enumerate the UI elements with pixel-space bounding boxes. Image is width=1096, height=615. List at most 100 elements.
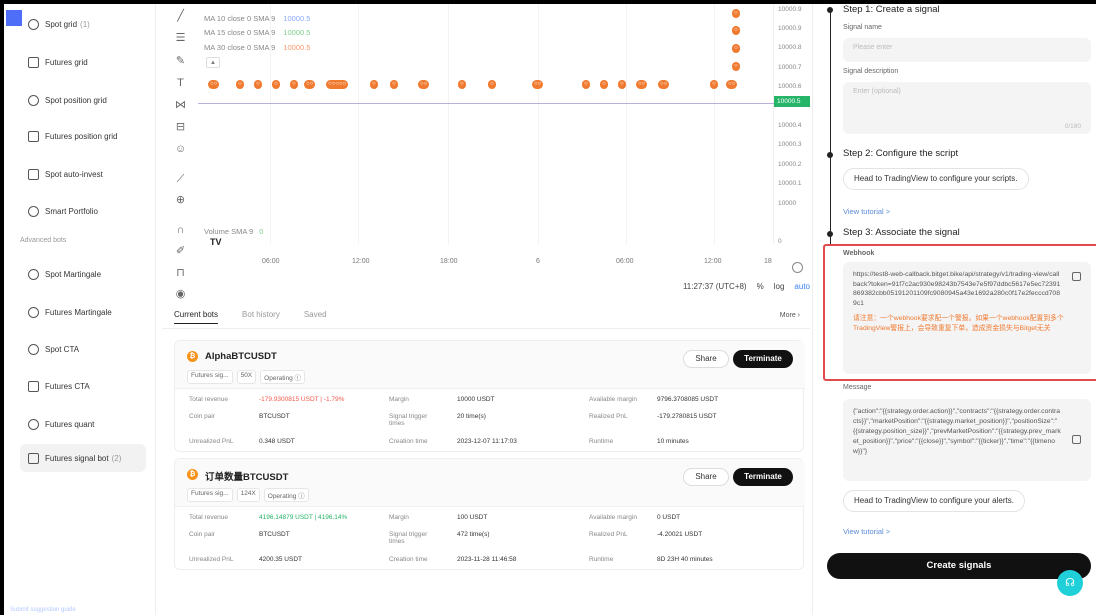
trade-marker[interactable]: ○ <box>600 80 608 89</box>
futures-grid-icon <box>28 56 39 68</box>
zoom-tool-icon[interactable]: ⊕ <box>174 194 187 207</box>
chart-settings-icon[interactable] <box>792 262 803 273</box>
view-tutorial-link[interactable]: View tutorial > <box>843 527 890 536</box>
magnet-tool-icon[interactable]: ∩ <box>174 224 187 237</box>
time-tick: 6 <box>536 258 540 265</box>
trade-marker[interactable]: ○ <box>254 80 262 89</box>
trade-marker[interactable]: ○ <box>488 80 496 89</box>
ma30-legend: MA 30 close 0 SMA 9 10000.5 <box>204 43 310 52</box>
divider <box>162 328 810 329</box>
sidebar-item-label: Spot auto-invest <box>45 169 103 179</box>
trade-marker[interactable]: ○○ <box>636 80 648 89</box>
emoji-tool-icon[interactable]: ☺ <box>174 143 187 156</box>
trade-marker[interactable]: ○○○○○ <box>326 80 349 89</box>
trade-marker[interactable]: ○○ <box>726 80 738 89</box>
price-tick: 10000.6 <box>778 83 802 90</box>
bots-panel: Current bots Bot history Saved More › ₿ … <box>162 304 810 615</box>
futures-martingale-icon <box>28 306 39 318</box>
sidebar-item-spot-cta[interactable]: Spot CTA <box>20 335 146 363</box>
trade-marker[interactable]: ○ <box>458 80 466 89</box>
view-tutorial-link[interactable]: View tutorial > <box>843 207 890 216</box>
more-link[interactable]: More › <box>780 312 800 319</box>
legend-collapse-button[interactable]: ▲ <box>206 57 220 68</box>
tab-bot-history[interactable]: Bot history <box>242 310 280 324</box>
trade-marker[interactable]: ○ <box>732 44 740 53</box>
tab-current-bots[interactable]: Current bots <box>174 310 219 324</box>
sidebar-item-spot-martingale[interactable]: Spot Martingale <box>20 260 146 288</box>
trendline-tool-icon[interactable]: ╱ <box>174 10 187 23</box>
sidebar-item-spot-auto-invest[interactable]: Spot auto-invest <box>20 160 146 188</box>
price-chart[interactable]: ╱ ☰ ✎ T ⋈ ⊟ ☺ ⟋ ⊕ ∩ ✐ ⊓ ◉ MA 10 close 0 … <box>162 4 810 302</box>
copy-icon[interactable] <box>1072 435 1081 444</box>
coin-pair-value: BTCUSDT <box>259 531 290 538</box>
sidebar-item-label: Futures position grid <box>45 131 118 141</box>
sidebar-item-futures-quant[interactable]: Futures quant <box>20 410 146 438</box>
unrealized-pnl-label: Unrealized PnL <box>189 438 234 445</box>
ruler-tool-icon[interactable]: ⟋ <box>174 173 187 186</box>
chart-plot[interactable]: MA 10 close 0 SMA 9 10000.5 MA 15 close 0… <box>198 4 774 247</box>
configure-scripts-button[interactable]: Head to TradingView to configure your sc… <box>843 168 1029 190</box>
log-toggle[interactable]: log <box>774 282 785 291</box>
unrealized-pnl-value: 4200.35 USDT <box>259 556 302 563</box>
measure-tool-icon[interactable]: ⊟ <box>174 121 187 134</box>
trade-marker[interactable]: ○ <box>732 26 740 35</box>
text-tool-icon[interactable]: T <box>174 77 187 90</box>
fib-tool-icon[interactable]: ☰ <box>174 32 187 45</box>
signal-trigger-label: Signal trigger times <box>389 413 428 427</box>
price-axis[interactable]: 10000.9 10000.9 10000.8 10000.7 10000.6 … <box>774 4 810 245</box>
pattern-tool-icon[interactable]: ⋈ <box>174 99 187 112</box>
sidebar-item-futures-grid[interactable]: Futures grid <box>20 48 146 76</box>
percent-toggle[interactable]: % <box>757 282 764 291</box>
signal-description-label: Signal description <box>843 68 899 75</box>
trade-marker[interactable]: ○ <box>370 80 378 89</box>
sidebar-item-smart-portfolio[interactable]: Smart Portfolio <box>20 197 146 225</box>
lock-icon[interactable]: ⊓ <box>174 267 187 280</box>
pencil-lock-icon[interactable]: ✐ <box>174 245 187 258</box>
sidebar-item-futures-position-grid[interactable]: Futures position grid <box>20 122 146 150</box>
tab-saved[interactable]: Saved <box>304 310 327 324</box>
signal-panel: Step 1: Create a signal Signal name Plea… <box>812 4 1096 615</box>
support-chat-icon[interactable]: ☊ <box>1057 570 1083 596</box>
time-axis[interactable]: 06:00 12:00 18:00 6 06:00 12:00 18 <box>198 258 810 272</box>
trade-marker[interactable]: ○○ <box>658 80 670 89</box>
sidebar-item-futures-cta[interactable]: Futures CTA <box>20 372 146 400</box>
sidebar-item-futures-signal-bot[interactable]: Futures signal bot (2) <box>20 444 146 472</box>
trade-marker[interactable]: ○ <box>582 80 590 89</box>
bot-type-tag: Futures sig... <box>187 488 233 502</box>
terminate-button[interactable]: Terminate <box>733 468 793 486</box>
trade-marker[interactable]: ○ <box>290 80 298 89</box>
current-price-tag: 10000.5 <box>774 96 810 107</box>
bots-tabs: Current bots Bot history Saved <box>174 310 327 324</box>
creation-time-value: 2023-12-07 11:17:03 <box>457 438 517 445</box>
trade-marker[interactable]: ○ <box>236 80 244 89</box>
trade-marker[interactable]: ○ <box>732 9 740 18</box>
trade-marker[interactable]: ○ <box>710 80 718 89</box>
sidebar-item-spot-position-grid[interactable]: Spot position grid <box>20 86 146 114</box>
margin-value: 100 USDT <box>457 514 488 521</box>
total-revenue-label: Total revenue <box>189 396 229 403</box>
suggestion-link[interactable]: Submit suggestion guide <box>10 607 76 613</box>
trade-marker[interactable]: ○ <box>390 80 398 89</box>
copy-icon[interactable] <box>1072 272 1081 281</box>
trade-marker[interactable]: ○○ <box>418 80 430 89</box>
eye-icon[interactable]: ◉ <box>174 288 187 301</box>
trade-marker[interactable]: ○ <box>618 80 626 89</box>
signal-description-input[interactable]: Enter (optional) 0/180 <box>843 82 1091 134</box>
bot-title: 订单数量BTCUSDT <box>205 472 289 483</box>
configure-alerts-button[interactable]: Head to TradingView to configure your al… <box>843 490 1025 512</box>
trade-marker[interactable]: ○○ <box>304 80 316 89</box>
total-revenue-value: 4196.14879 USDT | 4196.14% <box>259 514 348 521</box>
signal-name-input[interactable]: Please enter <box>843 38 1091 62</box>
sidebar-item-futures-martingale[interactable]: Futures Martingale <box>20 298 146 326</box>
brush-tool-icon[interactable]: ✎ <box>174 55 187 68</box>
create-signals-button[interactable]: Create signals <box>827 553 1091 579</box>
share-button[interactable]: Share <box>683 350 729 368</box>
sidebar-item-spot-grid[interactable]: Spot grid (1) <box>20 10 146 38</box>
trade-marker[interactable]: ○○ <box>208 80 220 89</box>
trade-marker[interactable]: ○○ <box>532 80 544 89</box>
auto-toggle[interactable]: auto <box>794 282 810 291</box>
trade-marker[interactable]: ○ <box>732 62 740 71</box>
terminate-button[interactable]: Terminate <box>733 350 793 368</box>
share-button[interactable]: Share <box>683 468 729 486</box>
trade-marker[interactable]: ○ <box>272 80 280 89</box>
